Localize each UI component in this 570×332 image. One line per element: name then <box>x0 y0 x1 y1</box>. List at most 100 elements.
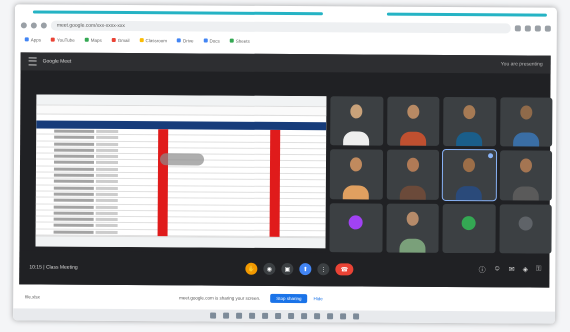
participant-tile[interactable] <box>385 203 439 253</box>
bookmark-label: Drive <box>182 37 194 43</box>
blurred-name-cell <box>53 205 94 209</box>
extensions-icon[interactable] <box>524 25 531 32</box>
blurred-name-cell <box>54 148 95 152</box>
participant-tile[interactable] <box>498 203 552 254</box>
presenting-label: You are presenting <box>500 61 543 68</box>
bookmark-label: Docs <box>209 38 220 44</box>
blurred-cells <box>159 153 205 166</box>
blurred-cell <box>96 142 119 146</box>
blurred-cell <box>96 148 119 152</box>
participant-tile[interactable] <box>441 149 497 201</box>
avatar <box>461 216 476 231</box>
bookmark-icon <box>84 37 89 42</box>
participant-video <box>343 185 370 200</box>
participant-tile[interactable] <box>499 97 553 147</box>
bookmark-item[interactable]: YouTube <box>51 37 75 42</box>
blurred-cell <box>95 167 118 171</box>
taskbar-app-icon[interactable] <box>339 313 346 320</box>
participant-face <box>350 104 363 119</box>
blurred-name-cell <box>53 161 95 165</box>
taskbar-app-icon[interactable] <box>326 313 333 320</box>
blurred-name-cell <box>53 192 94 196</box>
meet-header: Google Meet You are presenting <box>20 52 551 74</box>
present-button[interactable]: ⬆ <box>299 263 312 276</box>
chat-icon[interactable]: ✉ <box>509 265 515 275</box>
bookmark-item[interactable]: Gmail <box>111 37 130 43</box>
bookmark-item[interactable]: Docs <box>203 38 220 44</box>
sharing-message: meet.google.com is sharing your screen. <box>179 294 261 301</box>
sheet-grid <box>35 128 327 249</box>
participant-face <box>407 104 420 119</box>
bookmark-item[interactable]: Drive <box>176 37 194 43</box>
participant-face <box>520 105 533 120</box>
info-icon[interactable]: ⓘ <box>479 265 486 275</box>
mic-button[interactable]: ◉ <box>263 262 276 275</box>
blurred-name-cell <box>54 142 95 146</box>
participant-tile[interactable] <box>499 150 553 201</box>
stop-sharing-button[interactable]: Stop sharing <box>270 293 308 303</box>
end-call-button[interactable]: ☎ <box>335 263 354 276</box>
star-icon[interactable] <box>514 25 521 32</box>
people-icon[interactable]: ☺ <box>494 265 501 275</box>
participant-tile[interactable] <box>386 149 440 200</box>
menu-icon[interactable] <box>28 57 37 66</box>
bookmark-item[interactable]: Sheets <box>229 38 250 43</box>
blurred-name-cell <box>53 186 94 190</box>
back-icon[interactable] <box>20 22 27 29</box>
tab-strip-accent <box>386 12 547 17</box>
participant-video <box>456 185 483 200</box>
bookmark-icon <box>24 37 29 42</box>
taskbar-app-icon[interactable] <box>261 312 268 319</box>
bookmark-item[interactable]: Classroom <box>139 38 167 43</box>
blurred-cell <box>95 205 118 209</box>
blurred-cell <box>96 136 119 140</box>
camera-button[interactable]: ▣ <box>281 262 294 276</box>
taskbar-app-icon[interactable] <box>274 312 281 319</box>
lock-icon[interactable]: ⚿ <box>536 266 541 276</box>
raise-hand-button[interactable]: ✋ <box>245 262 258 275</box>
blurred-name-cell <box>54 154 95 159</box>
photographed-screen: meet.google.com/xxx-xxxx-xxx Apps YouTube… <box>13 4 557 324</box>
menu-icon[interactable] <box>544 25 551 32</box>
hide-button[interactable]: Hide <box>313 296 322 301</box>
taskbar-app-icon[interactable] <box>313 313 320 320</box>
participant-tile[interactable] <box>443 96 496 147</box>
participant-tile[interactable] <box>329 149 383 200</box>
bookmark-item[interactable]: Apps <box>24 36 42 43</box>
blurred-name-cell <box>54 135 95 140</box>
participant-tile[interactable] <box>442 203 496 254</box>
url-field[interactable]: meet.google.com/xxx-xxxx-xxx <box>50 20 511 34</box>
taskbar <box>13 308 556 324</box>
tab-strip-accent <box>32 10 323 16</box>
bookmark-icon <box>229 38 234 43</box>
taskbar-app-icon[interactable] <box>300 313 307 320</box>
bookmark-label: Apps <box>30 36 42 43</box>
participant-tile[interactable] <box>386 96 440 147</box>
participant-video <box>456 132 483 147</box>
taskbar-app-icon[interactable] <box>209 312 216 319</box>
sheet-formula-bar <box>36 105 327 117</box>
participant-tile[interactable] <box>329 202 383 253</box>
bookmark-item[interactable]: Maps <box>84 37 102 42</box>
call-controls: ✋ ◉ ▣ ⬆ ⋮ ☎ <box>245 262 354 276</box>
download-chip[interactable]: file.xlsx <box>25 294 40 299</box>
blurred-cell <box>95 199 118 203</box>
taskbar-app-icon[interactable] <box>352 313 359 320</box>
blurred-cell <box>95 180 118 184</box>
blurred-cell <box>95 161 119 165</box>
participant-video <box>399 238 426 253</box>
meet-window: Google Meet You are presenting 10:15 | C… <box>19 52 553 288</box>
profile-icon[interactable] <box>534 25 541 32</box>
participant-face <box>350 157 363 172</box>
participant-face <box>519 158 532 173</box>
blurred-cell <box>95 173 118 178</box>
taskbar-app-icon[interactable] <box>235 312 242 319</box>
participant-tile[interactable] <box>330 96 383 146</box>
forward-icon[interactable] <box>30 22 37 29</box>
taskbar-app-icon[interactable] <box>248 312 255 319</box>
more-options-button[interactable]: ⋮ <box>317 263 330 276</box>
taskbar-app-icon[interactable] <box>222 312 229 319</box>
taskbar-app-icon[interactable] <box>287 313 294 320</box>
reload-icon[interactable] <box>40 22 47 29</box>
activities-icon[interactable]: ◈ <box>523 265 528 275</box>
